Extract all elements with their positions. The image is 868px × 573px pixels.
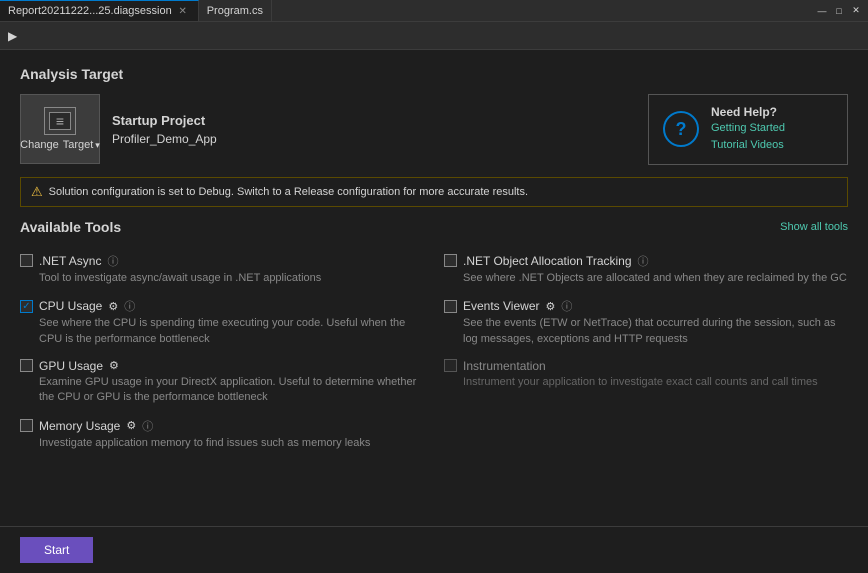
- need-help-title: Need Help?: [711, 105, 785, 119]
- tool-events-viewer-checkbox[interactable]: [444, 300, 457, 313]
- tool-instrumentation-desc: Instrument your application to investiga…: [444, 375, 848, 390]
- tool-events-viewer-info-icon[interactable]: ⓘ: [561, 298, 572, 314]
- tab-diagsession-label: Report20211222...25.diagsession: [8, 5, 172, 17]
- tool-dotnet-object-allocation-info-icon[interactable]: ⓘ: [638, 253, 649, 269]
- tool-dotnet-async-checkbox[interactable]: [20, 254, 33, 267]
- tool-instrumentation-checkbox[interactable]: [444, 359, 457, 372]
- tool-instrumentation-name: Instrumentation: [463, 359, 546, 373]
- tool-gpu-usage-desc: Examine GPU usage in your DirectX applic…: [20, 375, 424, 406]
- close-button[interactable]: ✕: [848, 3, 864, 19]
- title-bar: Report20211222...25.diagsession ✕ Progra…: [0, 0, 868, 22]
- tool-cpu-usage-info-icon[interactable]: ⓘ: [124, 298, 135, 314]
- tool-dotnet-object-allocation-checkbox[interactable]: [444, 254, 457, 267]
- tool-dotnet-object-allocation-desc: See where .NET Objects are allocated and…: [444, 271, 848, 286]
- tool-instrumentation: Instrumentation Instrument your applicat…: [444, 353, 848, 412]
- tool-events-viewer-name: Events Viewer: [463, 299, 539, 313]
- tool-cpu-usage-desc: See where the CPU is spending time execu…: [20, 316, 424, 347]
- show-all-tools-link[interactable]: Show all tools: [780, 221, 848, 233]
- tool-dotnet-async-desc: Tool to investigate async/await usage in…: [20, 271, 424, 286]
- tools-section-title: Available Tools: [20, 219, 121, 235]
- need-help-text: Need Help? Getting Started Tutorial Vide…: [711, 105, 785, 154]
- start-button[interactable]: Start: [20, 537, 93, 563]
- tool-memory-usage-info-icon[interactable]: ⓘ: [142, 418, 153, 434]
- warning-text: Solution configuration is set to Debug. …: [49, 186, 528, 198]
- tool-dotnet-object-allocation: .NET Object Allocation Tracking ⓘ See wh…: [444, 247, 848, 292]
- tool-memory-usage-desc: Investigate application memory to find i…: [20, 436, 424, 451]
- startup-project-box: Change Target ▾ Startup Project Profiler…: [20, 94, 217, 164]
- analysis-target-title: Analysis Target: [20, 66, 848, 82]
- change-target-dropdown-arrow: ▾: [95, 140, 100, 151]
- tool-memory-usage-gear-icon[interactable]: ⚙: [126, 419, 136, 432]
- tool-gpu-usage: GPU Usage ⚙ Examine GPU usage in your Di…: [20, 353, 424, 412]
- tool-events-viewer: Events Viewer ⚙ ⓘ See the events (ETW or…: [444, 292, 848, 353]
- tool-gpu-usage-name: GPU Usage: [39, 359, 103, 373]
- need-help-box: ? Need Help? Getting Started Tutorial Vi…: [648, 94, 848, 165]
- change-target-button[interactable]: Change Target ▾: [20, 94, 100, 164]
- getting-started-link[interactable]: Getting Started: [711, 121, 785, 136]
- warning-icon: ⚠: [31, 184, 43, 200]
- tutorial-videos-link[interactable]: Tutorial Videos: [711, 138, 785, 153]
- tool-memory-usage-name: Memory Usage: [39, 419, 120, 433]
- tab-programcs-label: Program.cs: [207, 5, 263, 17]
- tool-cpu-usage-gear-icon[interactable]: ⚙: [108, 300, 118, 313]
- tool-memory-usage: Memory Usage ⚙ ⓘ Investigate application…: [20, 412, 424, 457]
- tool-dotnet-object-allocation-name: .NET Object Allocation Tracking: [463, 254, 632, 268]
- tool-gpu-usage-gear-icon[interactable]: ⚙: [109, 359, 119, 372]
- tool-gpu-usage-checkbox[interactable]: [20, 359, 33, 372]
- start-section: Start: [0, 526, 868, 573]
- tool-events-viewer-gear-icon[interactable]: ⚙: [545, 300, 555, 313]
- tool-events-viewer-desc: See the events (ETW or NetTrace) that oc…: [444, 316, 848, 347]
- tools-header: Available Tools Show all tools: [20, 219, 848, 235]
- tool-memory-usage-checkbox[interactable]: [20, 419, 33, 432]
- change-target-icon: [44, 107, 76, 135]
- change-target-label: Change Target ▾: [20, 139, 100, 151]
- tab-list: Report20211222...25.diagsession ✕ Progra…: [0, 0, 272, 21]
- project-info: Startup Project Profiler_Demo_App: [112, 113, 217, 146]
- tool-dotnet-async: .NET Async ⓘ Tool to investigate async/a…: [20, 247, 424, 292]
- tool-cpu-usage-checkbox[interactable]: [20, 300, 33, 313]
- tool-cpu-usage-name: CPU Usage: [39, 299, 102, 313]
- toolbar: ▶: [0, 22, 868, 50]
- tab-programcs[interactable]: Program.cs: [199, 0, 272, 21]
- tool-dotnet-async-name: .NET Async: [39, 254, 101, 268]
- tool-dotnet-async-info-icon[interactable]: ⓘ: [107, 253, 118, 269]
- toolbar-back-arrow[interactable]: ▶: [8, 29, 17, 43]
- maximize-button[interactable]: □: [831, 3, 847, 19]
- project-name: Profiler_Demo_App: [112, 132, 217, 146]
- analysis-target-row: Change Target ▾ Startup Project Profiler…: [20, 94, 848, 165]
- project-label: Startup Project: [112, 113, 217, 128]
- main-content: Analysis Target Change Target ▾ Startup …: [0, 50, 868, 473]
- tool-cpu-usage: CPU Usage ⚙ ⓘ See where the CPU is spend…: [20, 292, 424, 353]
- window-controls: — □ ✕: [814, 3, 864, 19]
- help-icon: ?: [663, 111, 699, 147]
- tab-diagsession-close[interactable]: ✕: [176, 4, 190, 18]
- minimize-button[interactable]: —: [814, 3, 830, 19]
- tab-diagsession[interactable]: Report20211222...25.diagsession ✕: [0, 0, 199, 21]
- tools-grid: .NET Async ⓘ Tool to investigate async/a…: [20, 247, 848, 457]
- warning-bar: ⚠ Solution configuration is set to Debug…: [20, 177, 848, 207]
